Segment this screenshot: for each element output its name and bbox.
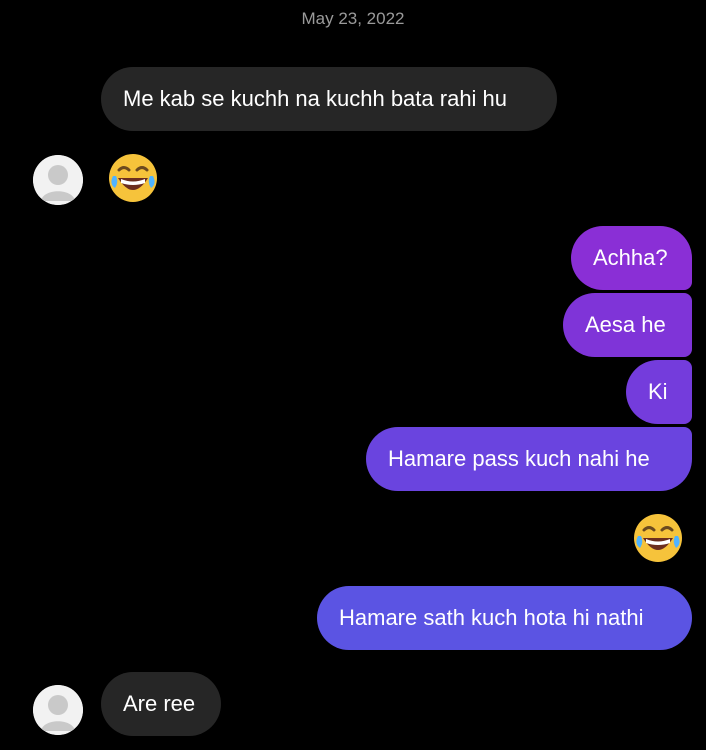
incoming-message[interactable]: Me kab se kuchh na kuchh bata rahi hu <box>101 67 557 131</box>
outgoing-message[interactable]: Ki <box>626 360 692 424</box>
laughing-tears-icon[interactable] <box>632 512 684 564</box>
contact-avatar[interactable] <box>33 155 83 205</box>
outgoing-message[interactable]: Achha? <box>571 226 692 290</box>
message-text: Ki <box>648 379 668 404</box>
message-text: Hamare sath kuch hota hi nathi <box>339 605 644 630</box>
message-text: Me kab se kuchh na kuchh bata rahi hu <box>123 86 508 111</box>
laughing-tears-icon[interactable] <box>107 152 159 204</box>
message-text: Hamare pass kuch nahi he <box>388 446 650 471</box>
default-avatar-icon <box>33 155 83 205</box>
outgoing-message[interactable]: Hamare sath kuch hota hi nathi <box>317 586 692 650</box>
outgoing-message[interactable]: Hamare pass kuch nahi he <box>366 427 692 491</box>
message-thread: May 23, 2022 Me kab se kuchh na kuchh ba… <box>0 0 706 750</box>
incoming-message[interactable]: Are ree <box>101 672 221 736</box>
default-avatar-icon <box>33 685 83 735</box>
message-text: Are ree <box>123 691 196 716</box>
message-text: Aesa he <box>585 312 666 337</box>
date-separator: May 23, 2022 <box>301 9 405 28</box>
outgoing-message[interactable]: Aesa he <box>563 293 692 357</box>
contact-avatar[interactable] <box>33 685 83 735</box>
message-text: Achha? <box>593 245 668 270</box>
